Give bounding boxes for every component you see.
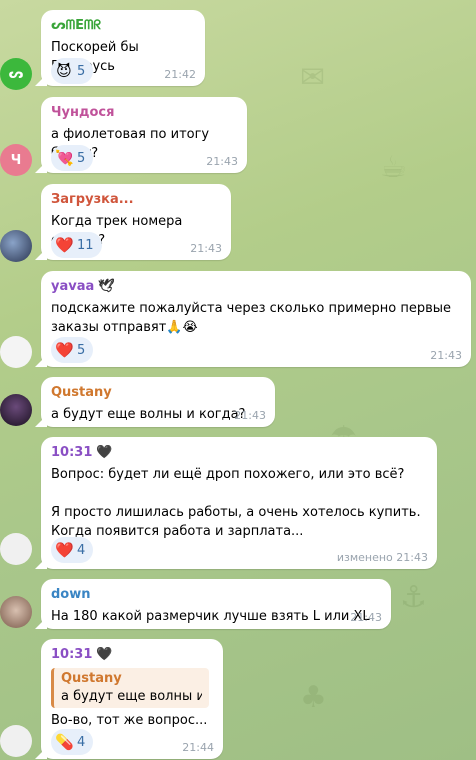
reply-quote[interactable]: Qustany а будут еще волны и ...	[51, 668, 209, 708]
message-text-line	[51, 484, 427, 503]
sender-name[interactable]: 10:31 🖤	[51, 646, 213, 664]
message-bubble[interactable]: Чундося а фиолетовая по итогу будет? 💘 5…	[41, 97, 247, 173]
sender-name[interactable]: 10:31 🖤	[51, 444, 427, 462]
avatar[interactable]: Ч	[0, 144, 32, 176]
sender-name[interactable]: Qustany	[51, 384, 265, 402]
reaction-count: 11	[77, 237, 94, 253]
avatar[interactable]	[0, 336, 32, 368]
message-time: 21:42	[164, 68, 196, 81]
pattern-icon: ⚓	[400, 580, 427, 615]
avatar[interactable]	[0, 394, 32, 426]
message-bubble[interactable]: Qustany а будут еще волны и когда? 21:43	[41, 377, 275, 427]
reaction-count: 4	[77, 542, 86, 558]
message-time: 21:43	[190, 242, 222, 255]
message-time: 21:43	[206, 155, 238, 168]
chat-area: ✉ ☕ ✂ ☂ ⚓ ♣ ᔕ ᔕᗰEᗰᖇ Поскорей бы Беларусь…	[0, 0, 476, 760]
reaction-chip[interactable]: 💊 4	[51, 729, 94, 755]
sender-name[interactable]: Чундося	[51, 104, 237, 122]
message-time: 21:43	[430, 349, 462, 362]
sender-name[interactable]: down	[51, 586, 381, 604]
reaction-chip[interactable]: 💘 5	[51, 145, 94, 171]
reply-sender: Qustany	[61, 671, 122, 686]
reply-text: а будут еще волны и ...	[61, 689, 202, 704]
bird-badge-icon: 🕊	[98, 279, 115, 294]
message-text-line: Вопрос: будет ли ещё дроп похожего, или …	[51, 467, 405, 482]
message-bubble[interactable]: Загрузка... Когда трек номера скинут? ❤️…	[41, 184, 231, 260]
message-bubble[interactable]: ᔕᗰEᗰᖇ Поскорей бы Беларусь 😈 5 21:42	[41, 10, 205, 86]
message-bubble[interactable]: 10:31 🖤 Вопрос: будет ли ещё дроп похожег…	[41, 437, 437, 569]
message-text: подскажите пожалуйста через сколько прим…	[51, 301, 452, 335]
message-text: На 180 какой размерчик лучше взять L или…	[51, 609, 370, 624]
message-time: 21:43	[350, 611, 382, 624]
pattern-icon: ☕	[380, 150, 407, 185]
pattern-icon: ✉	[300, 60, 326, 95]
avatar[interactable]: ᔕ	[0, 58, 32, 90]
message-text-line: Я просто лишилась работы, а очень хотело…	[51, 505, 421, 539]
message-bubble[interactable]: down На 180 какой размерчик лучше взять …	[41, 579, 391, 629]
avatar[interactable]	[0, 596, 32, 628]
message-time: изменено 21:43	[336, 551, 428, 564]
message-text: Во-во, тот же вопрос...	[51, 713, 208, 728]
message-bubble[interactable]: yavaa 🕊 подскажите пожалуйста через сколь…	[41, 271, 471, 367]
reaction-emoji: ❤️	[55, 236, 74, 254]
reaction-emoji: 💘	[55, 149, 74, 167]
sender-name[interactable]: yavaa 🕊	[51, 278, 461, 296]
reaction-chip[interactable]: ❤️ 5	[51, 337, 94, 363]
reaction-chip[interactable]: 😈 5	[51, 58, 94, 84]
reaction-emoji: ❤️	[55, 341, 74, 359]
reaction-chip[interactable]: ❤️ 4	[51, 537, 94, 563]
avatar[interactable]	[0, 230, 32, 262]
reaction-count: 5	[77, 63, 86, 79]
message-time: 21:44	[182, 741, 214, 754]
reaction-count: 5	[77, 150, 86, 166]
black-heart-badge-icon: 🖤	[96, 647, 113, 662]
black-heart-badge-icon: 🖤	[96, 445, 113, 460]
avatar[interactable]	[0, 725, 32, 757]
reaction-emoji: 😈	[56, 62, 72, 80]
reaction-count: 5	[77, 342, 86, 358]
pattern-icon: ♣	[300, 680, 327, 715]
reaction-chip[interactable]: ❤️ 11	[51, 232, 102, 258]
message-text: а будут еще волны и когда?	[51, 407, 246, 422]
reaction-emoji: 💊	[55, 733, 74, 751]
avatar[interactable]	[0, 533, 32, 565]
message-bubble[interactable]: 10:31🖤 Qustany а будут еще волны и ... В…	[41, 639, 223, 759]
reaction-emoji: ❤️	[55, 541, 74, 559]
reaction-count: 4	[77, 734, 86, 750]
message-time: 21:43	[234, 409, 266, 422]
sender-name[interactable]: ᔕᗰEᗰᖇ	[51, 17, 195, 35]
sender-name[interactable]: Загрузка...	[51, 191, 221, 209]
